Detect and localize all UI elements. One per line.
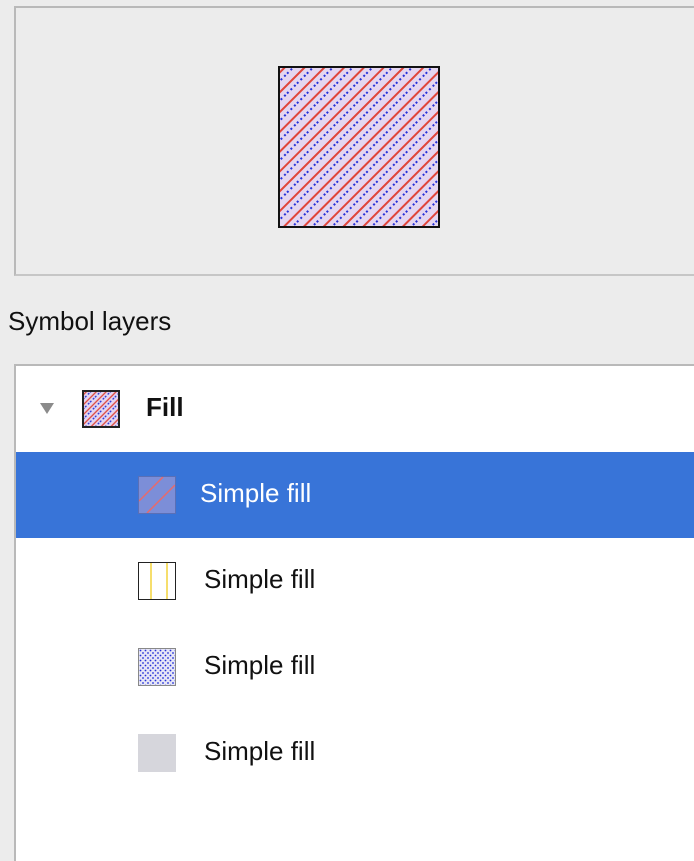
hatched-fill-preview-icon — [278, 66, 440, 228]
diagonal-line-fill-icon — [138, 476, 176, 514]
tree-row-simple-fill-1[interactable]: Simple fill — [16, 452, 694, 538]
tree-row-label: Simple fill — [204, 564, 316, 594]
hatched-fill-icon — [82, 390, 120, 428]
tree-row-simple-fill-4[interactable]: Simple fill — [16, 710, 694, 796]
expand-arrow-icon[interactable] — [40, 403, 54, 414]
tree-row-label: Simple fill — [200, 478, 312, 508]
tree-row-label: Simple fill — [204, 650, 316, 680]
symbol-layers-tree[interactable]: Fill Simple fill Simple fill Simple fill… — [14, 364, 694, 861]
symbol-layers-label: Symbol layers — [8, 306, 172, 336]
vertical-line-fill-icon — [138, 562, 176, 600]
dot-fill-icon — [138, 648, 176, 686]
tree-row-label: Fill — [146, 392, 184, 422]
gray-solid-fill-icon — [138, 734, 176, 772]
tree-row-simple-fill-2[interactable]: Simple fill — [16, 538, 694, 624]
tree-row-label: Simple fill — [204, 736, 316, 766]
tree-row-fill[interactable]: Fill — [16, 366, 694, 452]
symbol-preview-panel — [14, 6, 694, 276]
symbol-selector: Symbol layers Fill Simple fill Simple fi… — [0, 0, 694, 861]
tree-row-simple-fill-3[interactable]: Simple fill — [16, 624, 694, 710]
